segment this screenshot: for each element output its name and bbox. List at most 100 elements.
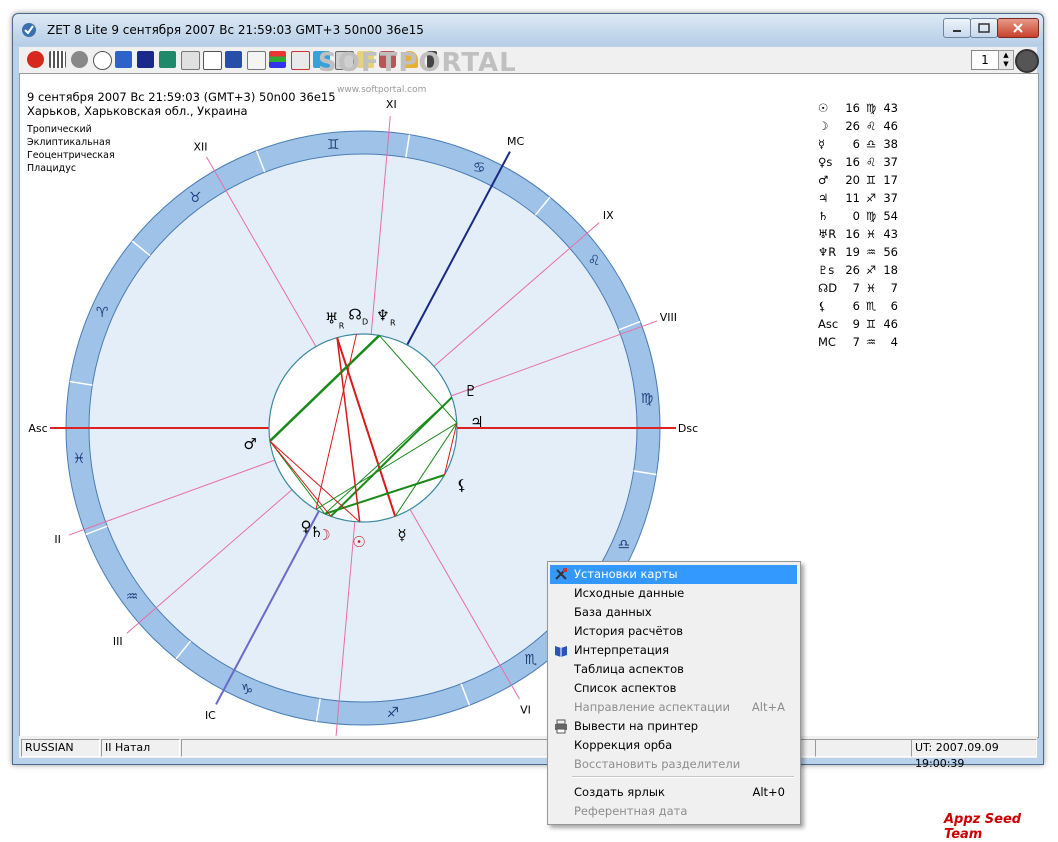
position-deg: 20 bbox=[845, 173, 860, 187]
menu-item-label: Исходные данные bbox=[574, 586, 685, 600]
menu-item-label: Интерпретация bbox=[574, 643, 670, 657]
position-sign: ♓ bbox=[865, 227, 877, 241]
menu-item-label: Создать ярлык bbox=[574, 785, 665, 799]
house-label: III bbox=[113, 635, 123, 648]
position-min: 37 bbox=[883, 191, 898, 205]
menu-item: Направление аспектации Alt+A bbox=[550, 698, 797, 717]
chart-mode-indicator: II Натал bbox=[101, 739, 180, 757]
menu-item[interactable]: Коррекция орба bbox=[550, 736, 797, 755]
zodiac-sign: ♉ bbox=[189, 190, 202, 206]
position-min: 38 bbox=[883, 137, 898, 151]
position-min: 17 bbox=[883, 173, 898, 187]
planet-position-row: Asc 9 ♊ 46 bbox=[818, 317, 958, 335]
main-window: ZET 8 Lite 9 сентября 2007 Вс 21:59:03 G… bbox=[12, 13, 1044, 770]
menu-item-label: Восстановить разделители bbox=[574, 757, 741, 771]
close-icon bbox=[1013, 23, 1023, 33]
house-label: IX bbox=[603, 209, 614, 222]
print-preview-icon[interactable] bbox=[181, 51, 200, 70]
menu-item[interactable]: База данных bbox=[550, 603, 797, 622]
planet-glyph: ♇ bbox=[464, 382, 477, 400]
planet-glyph: ☿ bbox=[397, 526, 406, 544]
position-glyph: ♂ bbox=[818, 173, 829, 187]
document-icon[interactable] bbox=[247, 51, 266, 70]
position-deg: 26 bbox=[845, 119, 860, 133]
planet-position-row: ♅R 16 ♓ 43 bbox=[818, 227, 958, 245]
position-min: 54 bbox=[883, 209, 898, 223]
position-min: 18 bbox=[883, 263, 898, 277]
position-min: 4 bbox=[890, 335, 898, 349]
wheel-icon[interactable] bbox=[93, 51, 112, 70]
position-deg: 16 bbox=[845, 155, 860, 169]
map-icon[interactable] bbox=[159, 51, 176, 68]
planet-position-row: ☿ 6 ♎ 38 bbox=[818, 137, 958, 155]
menu-item[interactable]: Исходные данные bbox=[550, 584, 797, 603]
menu-item[interactable]: Установки карты bbox=[550, 565, 797, 584]
page-spinner[interactable]: ▲ ▼ bbox=[998, 50, 1014, 70]
menu-separator bbox=[572, 776, 794, 778]
position-sign: ♊ bbox=[865, 317, 877, 331]
ut-time: UT: 2007.09.09 19:00:39 bbox=[911, 739, 1037, 770]
menu-item[interactable]: Интерпретация bbox=[550, 641, 797, 660]
table-icon[interactable] bbox=[49, 51, 66, 68]
menu-item-label: Вывести на принтер bbox=[574, 719, 699, 733]
menu-item[interactable]: Список аспектов bbox=[550, 679, 797, 698]
menu-item-label: История расчётов bbox=[574, 624, 684, 638]
position-min: 7 bbox=[890, 281, 898, 295]
position-glyph: ⚸ bbox=[818, 299, 827, 313]
stop-icon[interactable] bbox=[27, 51, 44, 68]
house-label: VI bbox=[520, 703, 531, 716]
scroll-icon[interactable] bbox=[203, 51, 222, 70]
menu-item-shortcut: Alt+A bbox=[751, 700, 785, 714]
maximize-icon bbox=[978, 23, 990, 33]
menu-item[interactable]: Таблица аспектов bbox=[550, 660, 797, 679]
zodiac-sign: ♑ bbox=[241, 682, 254, 698]
position-deg: 6 bbox=[852, 137, 860, 151]
close-button[interactable] bbox=[997, 18, 1039, 38]
planet-glyph: ♆ bbox=[376, 307, 389, 325]
planet-position-row: ♇s 26 ♐ 18 bbox=[818, 263, 958, 281]
menu-item-label: Референтная дата bbox=[574, 804, 688, 818]
target-icon[interactable] bbox=[1015, 49, 1039, 73]
book-icon[interactable] bbox=[225, 51, 242, 68]
position-sign: ♍ bbox=[865, 101, 877, 115]
house-label: XI bbox=[386, 98, 397, 111]
position-deg: 11 bbox=[845, 191, 860, 205]
position-deg: 16 bbox=[845, 227, 860, 241]
stars-icon[interactable] bbox=[137, 51, 154, 68]
menu-item[interactable]: История расчётов bbox=[550, 622, 797, 641]
book-icon bbox=[555, 646, 567, 657]
watermark-logo: SOFTPORTAL bbox=[318, 48, 517, 78]
context-menu: Установки карты Исходные данные База данны… bbox=[547, 561, 801, 825]
position-deg: 26 bbox=[845, 263, 860, 277]
planet-motion-flag: R bbox=[339, 321, 345, 330]
menu-item[interactable]: Вывести на принтер bbox=[550, 717, 797, 736]
disk-icon[interactable] bbox=[71, 51, 88, 68]
menu-item[interactable]: Создать ярлык Alt+0 bbox=[550, 783, 797, 802]
position-sign: ♍ bbox=[865, 209, 877, 223]
house-label: II bbox=[54, 533, 61, 546]
position-sign: ♒ bbox=[865, 335, 877, 349]
menu-item-label: Направление аспектации bbox=[574, 700, 730, 714]
color-table-icon[interactable] bbox=[269, 51, 286, 68]
menu-item-label: Список аспектов bbox=[574, 681, 677, 695]
minimize-button[interactable] bbox=[943, 18, 971, 38]
title-bar[interactable]: ZET 8 Lite 9 сентября 2007 Вс 21:59:03 G… bbox=[13, 14, 1043, 46]
app-icon bbox=[22, 23, 36, 37]
zodiac-sign: ♋ bbox=[473, 160, 486, 176]
position-glyph: Asc bbox=[818, 317, 839, 331]
house-label: MC bbox=[507, 135, 524, 148]
position-min: 43 bbox=[883, 227, 898, 241]
zodiac-sign: ♍ bbox=[641, 391, 654, 407]
grid-icon[interactable] bbox=[291, 51, 310, 70]
position-deg: 16 bbox=[845, 101, 860, 115]
maximize-button[interactable] bbox=[970, 18, 998, 38]
tools-icon bbox=[555, 568, 567, 580]
zodiac-sign: ♊ bbox=[327, 137, 340, 153]
planet-glyph: ♅ bbox=[325, 309, 338, 327]
page-number-field[interactable]: 1 bbox=[971, 50, 999, 70]
chart-icon[interactable] bbox=[115, 51, 132, 68]
position-glyph: ♃ bbox=[818, 191, 829, 205]
menu-item-label: Коррекция орба bbox=[574, 738, 673, 752]
menu-item-label: База данных bbox=[574, 605, 652, 619]
position-glyph: ♆R bbox=[818, 245, 837, 259]
